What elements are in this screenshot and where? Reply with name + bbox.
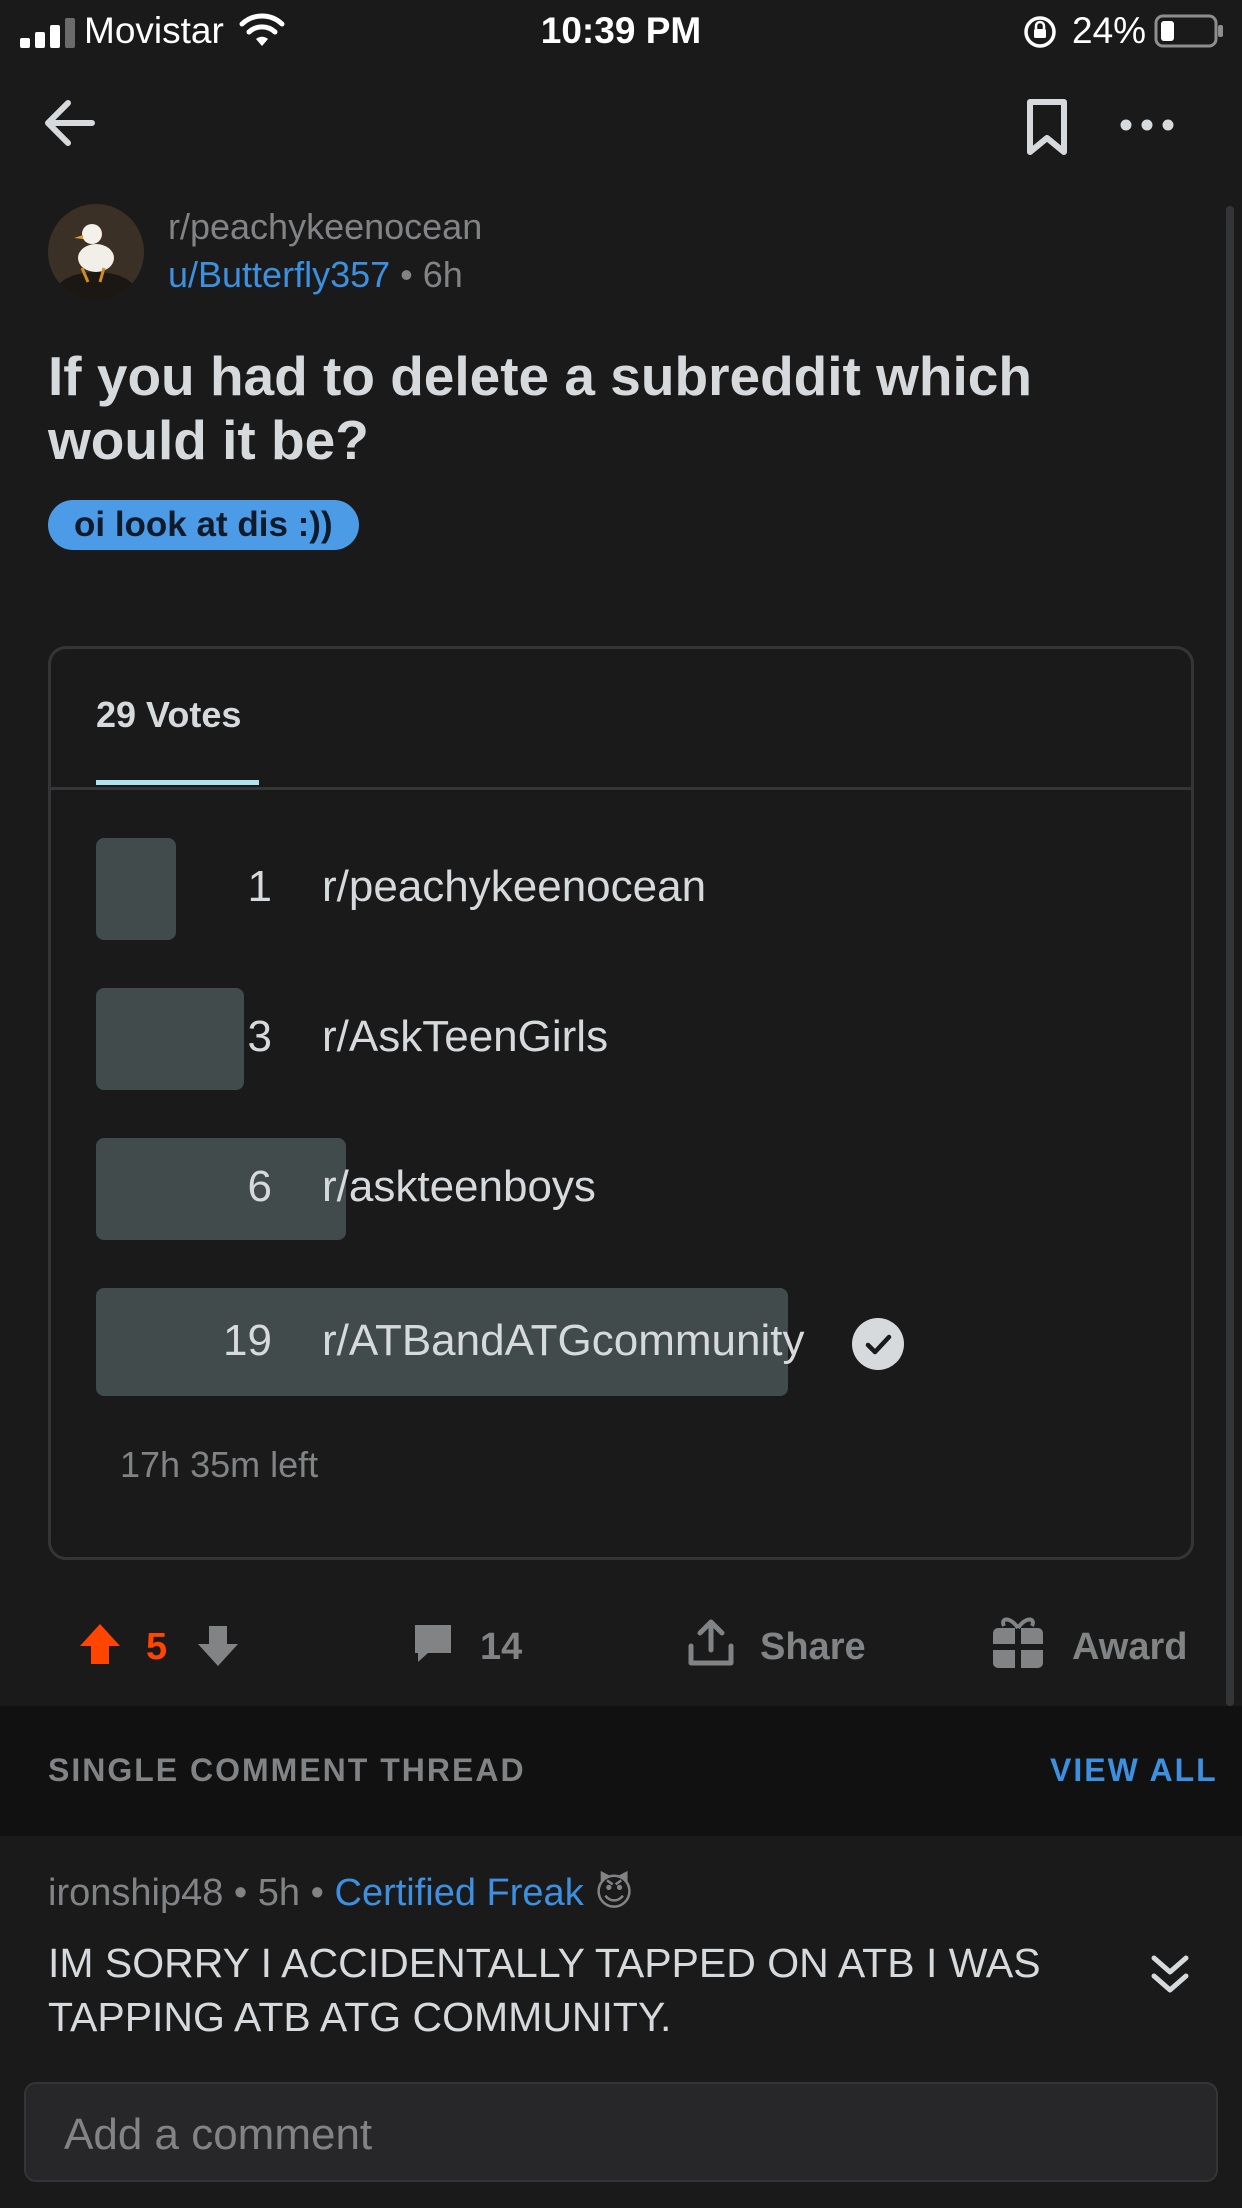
battery-percent: 24% [1072, 10, 1147, 51]
post-flair[interactable]: oi look at dis :)) [48, 500, 359, 550]
poll-option-label[interactable]: r/ATBandATGcommunity [322, 1316, 805, 1366]
comment-author[interactable]: ironship48 [48, 1872, 223, 1914]
more-options-icon[interactable] [1112, 90, 1182, 160]
meta-separator: • [400, 254, 423, 295]
award-button[interactable]: Award [1072, 1626, 1187, 1669]
poll-option-count: 1 [247, 862, 272, 911]
tab-underline [96, 780, 259, 785]
battery-icon [1154, 14, 1223, 48]
comment-body: IM SORRY I ACCIDENTALLY TAPPED ON ATB I … [48, 1940, 1041, 2040]
vote-score: 5 [146, 1626, 168, 1668]
comment-age: 5h [257, 1872, 301, 1914]
user-flair: Certified Freak [334, 1872, 584, 1914]
poll-divider [51, 787, 1191, 790]
poll-option-count: 3 [247, 1012, 272, 1061]
thread-label: SINGLE COMMENT THREAD [48, 1752, 526, 1788]
poll-time-left: 17h 35m left [120, 1444, 319, 1485]
status-bar: Movistar 10:39 PM 24% [0, 0, 1242, 64]
post-title: If you had to delete a subreddit which w… [48, 345, 1032, 471]
devil-emoji-icon: 😈 [594, 1872, 634, 1914]
poll-option-label[interactable]: r/AskTeenGirls [322, 1012, 608, 1062]
comment-count[interactable]: 14 [480, 1626, 522, 1669]
comment-meta: ironship48 • 5h • Certified Freak 😈 [48, 1870, 634, 1915]
poll-option-count: 6 [247, 1162, 272, 1211]
poll-option-label[interactable]: r/askteenboys [322, 1162, 596, 1212]
subreddit-name[interactable]: r/peachykeenocean [168, 206, 482, 248]
share-icon[interactable] [686, 1618, 736, 1668]
back-arrow-icon[interactable] [36, 88, 106, 158]
poll-option-label[interactable]: r/peachykeenocean [322, 862, 706, 912]
comment-icon[interactable] [410, 1620, 456, 1666]
scrollbar[interactable] [1226, 206, 1234, 1706]
poll-option-count: 19 [223, 1316, 272, 1365]
subreddit-avatar[interactable] [48, 204, 144, 300]
selected-check-icon [852, 1318, 904, 1370]
expand-chevron-icon[interactable] [1146, 1950, 1194, 1998]
meta-separator: • [310, 1872, 335, 1914]
poll-votes-tab[interactable]: 29 Votes [96, 694, 241, 736]
author-link[interactable]: u/Butterfly357 [168, 254, 390, 295]
share-button[interactable]: Share [760, 1626, 866, 1669]
view-all-link[interactable]: VIEW ALL [1050, 1752, 1218, 1789]
meta-separator: • [233, 1872, 258, 1914]
bookmark-icon[interactable] [1012, 92, 1082, 162]
upvote-icon[interactable] [78, 1622, 122, 1666]
add-comment-placeholder[interactable]: Add a comment [64, 2110, 372, 2160]
avatar-image [48, 204, 144, 300]
post-age: 6h [422, 254, 463, 295]
post-meta: u/Butterfly357 • 6h [168, 254, 463, 296]
award-icon[interactable] [990, 1612, 1046, 1670]
downvote-icon[interactable] [196, 1624, 240, 1668]
rotation-lock-icon [1024, 16, 1056, 48]
